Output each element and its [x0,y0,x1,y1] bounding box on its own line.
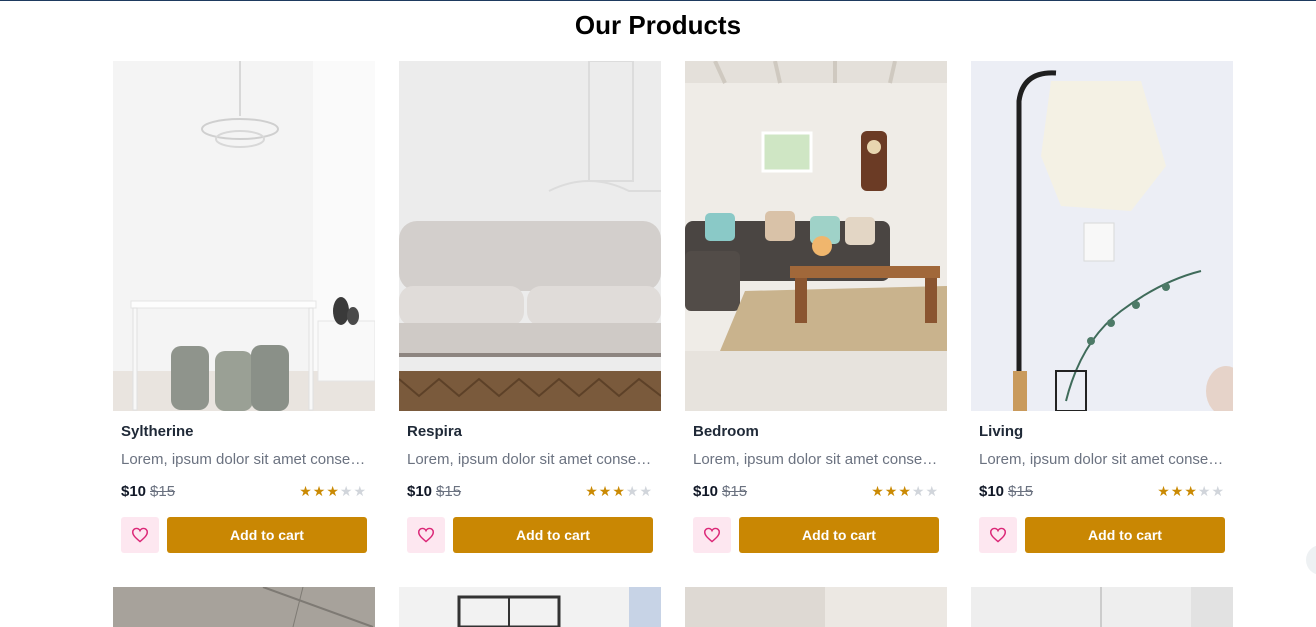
rating-stars: ★★★★★ [585,483,653,500]
rating-stars: ★★★★★ [1157,483,1225,500]
star-icon: ★ [871,483,885,499]
star-icon: ★ [898,483,912,499]
page-title: Our Products [574,10,742,40]
heart-icon [131,527,149,543]
product-old-price: $15 [722,483,748,500]
star-icon: ★ [911,483,926,499]
star-icon: ★ [1184,483,1198,499]
product-description: Lorem, ipsum dolor sit amet consectetur … [979,451,1225,468]
product-image[interactable] [971,61,1233,411]
product-price: $10 [979,483,1005,500]
product-image[interactable] [113,61,375,411]
product-image[interactable] [399,61,661,411]
floating-action-button[interactable] [1306,545,1316,575]
product-image[interactable] [685,587,947,627]
star-icon: ★ [312,483,327,499]
add-to-cart-button[interactable]: Add to cart [453,517,653,553]
product-card[interactable]: Syltherine Lorem, ipsum dolor sit amet c… [113,61,375,553]
product-description: Lorem, ipsum dolor sit amet consectetur … [693,451,939,468]
add-to-cart-button[interactable]: Add to cart [167,517,367,553]
product-price: $10 [693,483,719,500]
heart-icon [703,527,721,543]
star-icon: ★ [585,483,599,499]
wishlist-button[interactable] [407,517,445,553]
star-icon: ★ [1170,483,1185,499]
product-card[interactable]: Living Lorem, ipsum dolor sit amet conse… [971,61,1233,553]
product-card[interactable] [113,587,375,627]
product-name: Bedroom [693,423,759,440]
product-description: Lorem, ipsum dolor sit amet consectetur … [407,451,653,468]
product-name: Living [979,423,1024,440]
product-card[interactable]: Respira Lorem, ipsum dolor sit amet cons… [399,61,661,553]
product-card[interactable] [399,587,661,627]
wishlist-button[interactable] [979,517,1017,553]
product-image[interactable] [685,61,947,411]
star-icon: ★ [299,483,313,499]
star-icon: ★ [884,483,899,499]
product-name: Respira [407,423,463,440]
product-image[interactable] [971,587,1233,627]
product-old-price: $15 [150,483,176,500]
star-icon: ★ [353,483,367,499]
rating-stars: ★★★★★ [299,483,367,500]
product-price: $10 [121,483,147,500]
product-old-price: $15 [1008,483,1034,500]
product-description: Lorem, ipsum dolor sit amet consectetur … [121,451,367,468]
add-to-cart-button[interactable]: Add to cart [739,517,939,553]
wishlist-button[interactable] [693,517,731,553]
star-icon: ★ [639,483,653,499]
add-to-cart-button[interactable]: Add to cart [1025,517,1225,553]
product-name: Syltherine [121,423,194,440]
star-icon: ★ [625,483,640,499]
wishlist-button[interactable] [121,517,159,553]
rating-stars: ★★★★★ [871,483,939,500]
star-icon: ★ [326,483,340,499]
product-price: $10 [407,483,433,500]
star-icon: ★ [1157,483,1171,499]
star-icon: ★ [339,483,354,499]
product-card[interactable] [971,587,1233,627]
top-border [0,0,1316,1]
heart-icon [417,527,435,543]
product-image[interactable] [399,587,661,627]
product-old-price: $15 [436,483,462,500]
star-icon: ★ [612,483,626,499]
star-icon: ★ [1197,483,1212,499]
product-card[interactable] [685,587,947,627]
product-image[interactable] [113,587,375,627]
star-icon: ★ [925,483,939,499]
star-icon: ★ [598,483,613,499]
heart-icon [989,527,1007,543]
star-icon: ★ [1211,483,1225,499]
product-card[interactable]: Bedroom Lorem, ipsum dolor sit amet cons… [685,61,947,553]
